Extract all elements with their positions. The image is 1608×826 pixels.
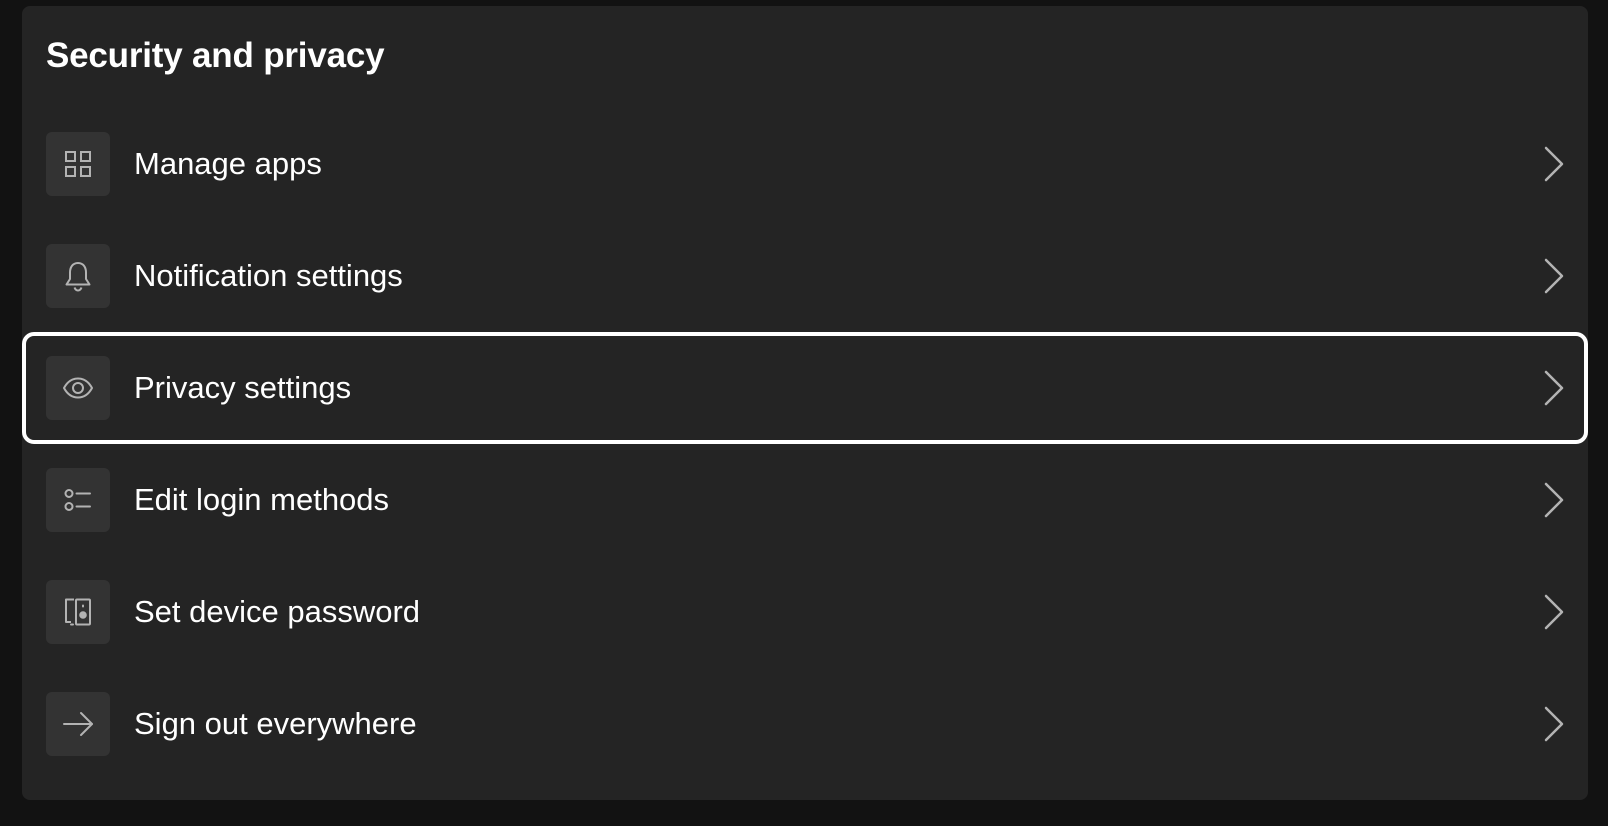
menu-item-label: Edit login methods — [134, 482, 390, 517]
menu-item-label: Privacy settings — [134, 370, 352, 405]
eye-icon — [46, 356, 110, 420]
panel-title: Security and privacy — [46, 36, 385, 75]
arrow-right-icon — [46, 692, 110, 756]
menu-item-edit-login-methods[interactable]: Edit login methods — [22, 444, 1588, 556]
grid-icon — [46, 132, 110, 196]
security-privacy-panel: Security and privacy Manage apps Notific… — [22, 6, 1588, 800]
menu-item-label: Sign out everywhere — [134, 706, 417, 741]
menu-item-label: Manage apps — [134, 146, 322, 181]
security-menu: Manage apps Notification settings Privac… — [22, 108, 1588, 780]
list-icon — [46, 468, 110, 532]
chevron-right-icon — [1542, 256, 1566, 296]
menu-item-privacy-settings[interactable]: Privacy settings — [22, 332, 1588, 444]
menu-item-set-device-password[interactable]: Set device password — [22, 556, 1588, 668]
chevron-right-icon — [1542, 592, 1566, 632]
menu-item-label: Notification settings — [134, 258, 403, 293]
chevron-right-icon — [1542, 704, 1566, 744]
chevron-right-icon — [1542, 480, 1566, 520]
chevron-right-icon — [1542, 144, 1566, 184]
bell-icon — [46, 244, 110, 308]
device-icon — [46, 580, 110, 644]
menu-item-label: Set device password — [134, 594, 421, 629]
menu-item-sign-out-everywhere[interactable]: Sign out everywhere — [22, 668, 1588, 780]
chevron-right-icon — [1542, 368, 1566, 408]
menu-item-notification-settings[interactable]: Notification settings — [22, 220, 1588, 332]
menu-item-manage-apps[interactable]: Manage apps — [22, 108, 1588, 220]
